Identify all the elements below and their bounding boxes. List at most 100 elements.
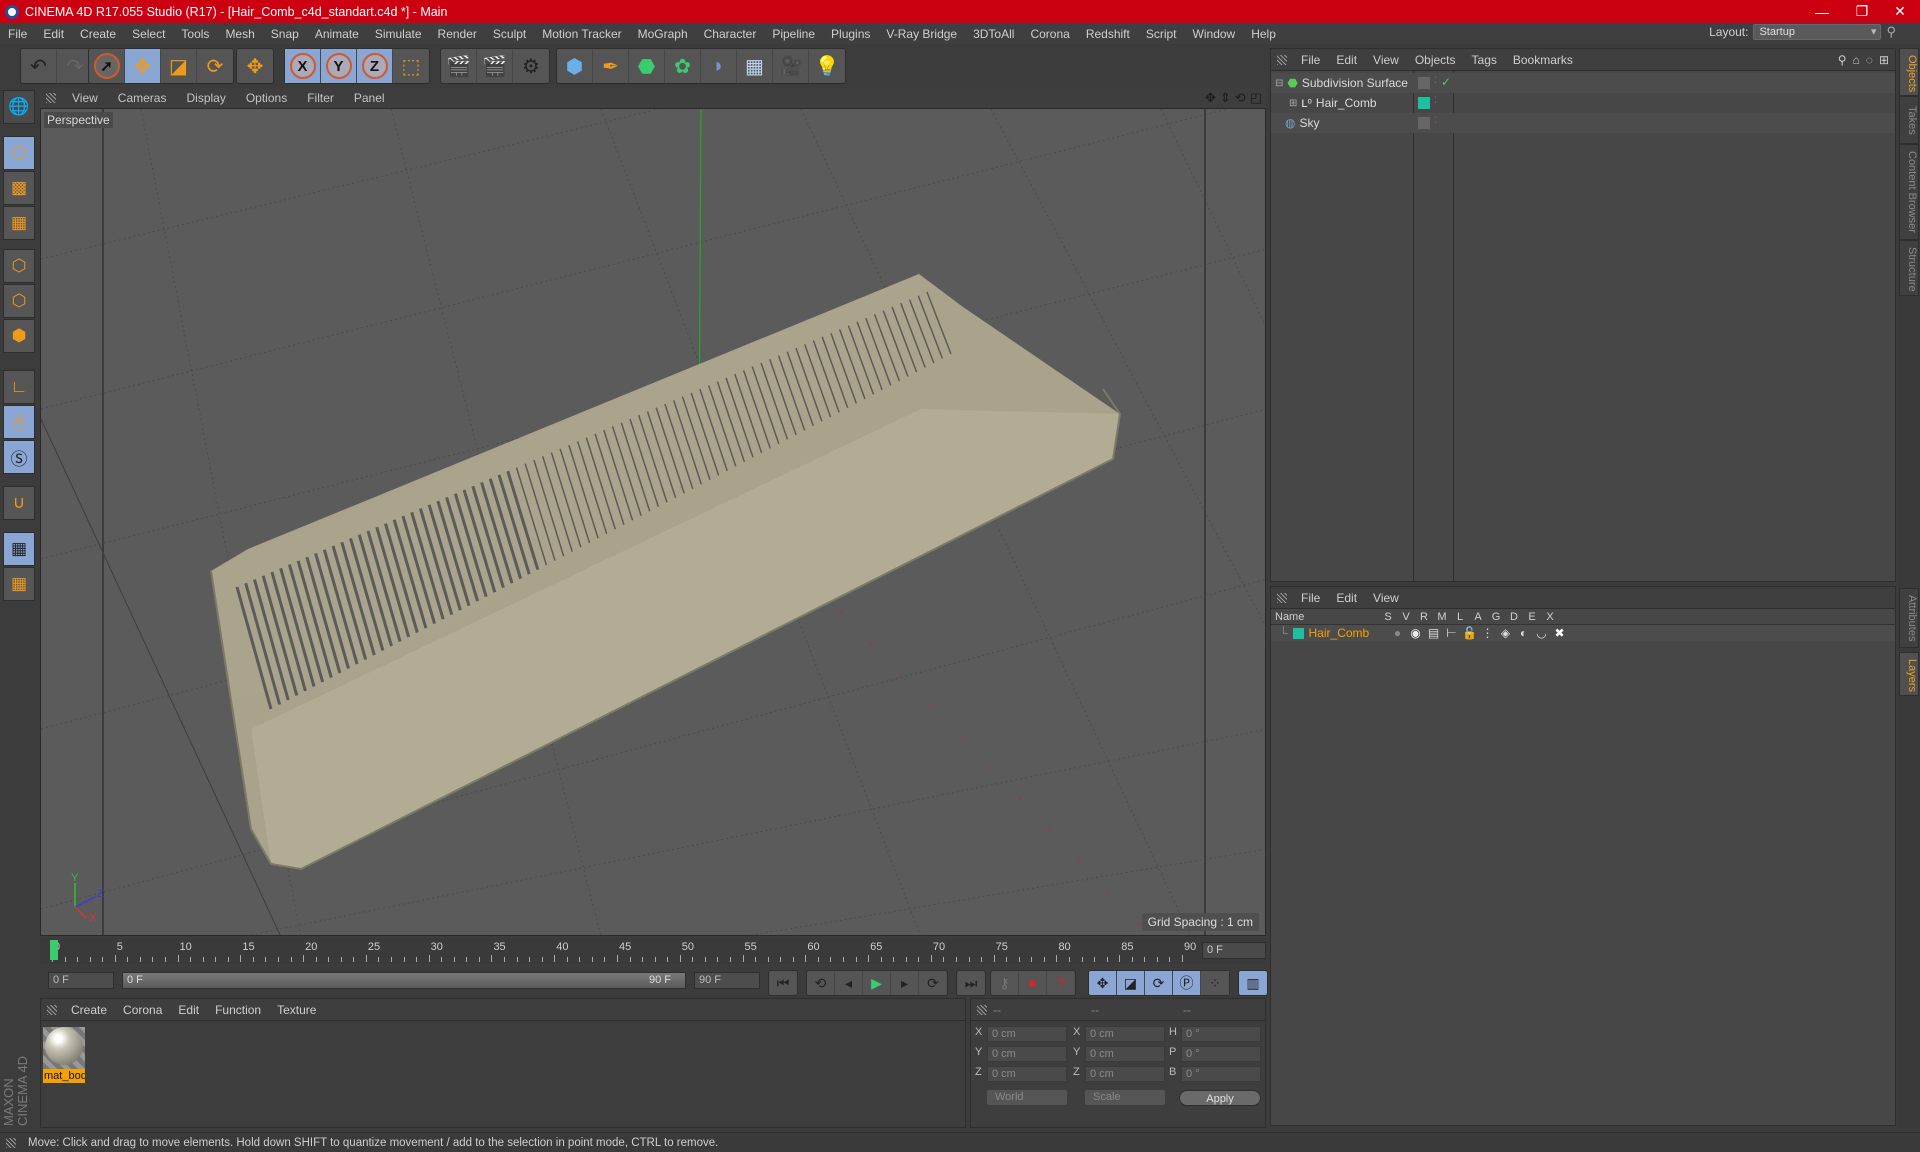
panel-grip-icon[interactable] <box>46 93 56 103</box>
menu-script[interactable]: Script <box>1138 27 1185 41</box>
lock-workplane-icon[interactable]: ▦ <box>3 532 35 566</box>
cloner-icon[interactable]: ✿ <box>665 49 701 83</box>
menu-motion-tracker[interactable]: Motion Tracker <box>534 27 629 41</box>
x-axis-lock-button[interactable]: X <box>285 49 321 83</box>
play-icon[interactable]: ▶ <box>863 971 891 995</box>
layer-menu-edit[interactable]: Edit <box>1328 591 1365 605</box>
model-mode-icon[interactable]: ⬡ <box>3 136 35 170</box>
playhead[interactable] <box>50 940 58 960</box>
viewport-menu-view[interactable]: View <box>62 91 108 105</box>
object-name[interactable]: Hair_Comb <box>1316 96 1377 110</box>
expand-icon[interactable]: ⊞ <box>1289 98 1297 109</box>
tab-takes[interactable]: Takes <box>1899 96 1919 144</box>
object-name[interactable]: Sky <box>1299 116 1319 130</box>
frame-ruler[interactable]: 051015202530354045505560657075808590 <box>48 938 1198 964</box>
edges-mode-icon[interactable]: ⬡ <box>3 284 35 318</box>
visibility-dots[interactable]: ⁚ <box>1434 95 1437 106</box>
render-tag-icon[interactable] <box>1418 117 1430 129</box>
eye-icon[interactable]: ◌ <box>1866 53 1873 67</box>
maximize-button[interactable]: ❐ <box>1842 0 1882 23</box>
go-to-end-icon[interactable]: ⏭ <box>957 971 985 995</box>
menu-create[interactable]: Create <box>72 27 124 41</box>
mat-menu-texture[interactable]: Texture <box>269 1003 324 1017</box>
transform-mode-dropdown[interactable]: Scale <box>1085 1090 1165 1105</box>
position-z-field[interactable]: 0 cm <box>987 1066 1067 1082</box>
workplane-cycle-icon[interactable]: ▦ <box>3 567 35 601</box>
obj-menu-edit[interactable]: Edit <box>1328 53 1365 67</box>
column-locked[interactable]: L <box>1451 611 1469 623</box>
enabled-check-icon[interactable]: ✓ <box>1441 75 1451 89</box>
panel-grip-icon[interactable] <box>1277 592 1287 603</box>
visible-eye-icon[interactable]: ◉ <box>1407 626 1425 640</box>
subdivision-icon[interactable]: ⬣ <box>629 49 665 83</box>
rotation-b-field[interactable]: 0 ° <box>1181 1066 1261 1082</box>
layer-color-swatch[interactable] <box>1418 97 1430 109</box>
cube-icon[interactable]: ⬢ <box>557 49 593 83</box>
search-icon[interactable]: ⚲ <box>1886 24 1896 40</box>
recent-tool-icon[interactable]: ✥ <box>237 49 273 83</box>
undo-icon[interactable]: ↶ <box>21 49 57 83</box>
apply-button[interactable]: Apply <box>1179 1090 1261 1106</box>
key-pla-icon[interactable]: ⁘ <box>1201 971 1229 995</box>
manager-icon[interactable]: ⊢ <box>1443 626 1461 640</box>
tab-layers[interactable]: Layers <box>1899 652 1919 696</box>
menu-redshift[interactable]: Redshift <box>1078 27 1138 41</box>
object-row[interactable]: ⊟ ⬣ Subdivision Surface ⁚ ✓ <box>1271 73 1895 93</box>
coordinate-system-icon[interactable]: ⬚ <box>393 49 429 83</box>
position-x-field[interactable]: 0 cm <box>987 1026 1067 1042</box>
rotate-icon[interactable]: ⟳ <box>197 49 233 83</box>
obj-menu-tags[interactable]: Tags <box>1464 53 1505 67</box>
range-slider[interactable]: 0 F 90 F <box>122 972 686 989</box>
render-picture-viewer-icon[interactable]: 🎬 <box>477 49 513 83</box>
current-frame-field[interactable]: 0 F <box>1202 942 1266 959</box>
menu-snap[interactable]: Snap <box>263 27 307 41</box>
move-icon[interactable]: ✥ <box>125 49 161 83</box>
maximize-view-icon[interactable]: ◰ <box>1250 90 1262 106</box>
menu-v-ray-bridge[interactable]: V-Ray Bridge <box>878 27 965 41</box>
mat-menu-edit[interactable]: Edit <box>170 1003 207 1017</box>
menu-tools[interactable]: Tools <box>173 27 217 41</box>
new-panel-icon[interactable]: ⊞ <box>1879 53 1889 67</box>
column-deformers[interactable]: D <box>1505 611 1523 623</box>
mat-menu-create[interactable]: Create <box>63 1003 115 1017</box>
floor-icon[interactable]: ▦ <box>737 49 773 83</box>
column-xref[interactable]: X <box>1541 611 1559 623</box>
go-to-start-icon[interactable]: ⏮ <box>769 971 797 995</box>
keyframe-help-icon[interactable]: ? <box>1047 971 1075 995</box>
size-z-field[interactable]: 0 cm <box>1085 1066 1165 1082</box>
column-render[interactable]: R <box>1415 611 1433 623</box>
size-y-field[interactable]: 0 cm <box>1085 1046 1165 1062</box>
obj-menu-objects[interactable]: Objects <box>1407 53 1464 67</box>
tab-content-browser[interactable]: Content Browser <box>1899 144 1919 240</box>
generator-icon[interactable]: ◈ <box>1497 626 1515 640</box>
collapse-icon[interactable]: ⊟ <box>1275 78 1283 89</box>
menu-3dtoall[interactable]: 3DToAll <box>965 27 1022 41</box>
menu-mograph[interactable]: MoGraph <box>630 27 696 41</box>
camera-label[interactable]: Perspective <box>44 112 113 128</box>
menu-plugins[interactable]: Plugins <box>823 27 878 41</box>
key-rotation-icon[interactable]: ⟳ <box>1145 971 1173 995</box>
workplane-icon[interactable]: ▦ <box>3 206 35 240</box>
solo-icon[interactable]: ● <box>1389 626 1407 640</box>
layout-dropdown[interactable]: Startup <box>1753 24 1882 40</box>
3d-viewport[interactable]: Perspective Grid Spacing : 1 cm Y Z X <box>40 108 1266 936</box>
zoom-view-icon[interactable]: ⇕ <box>1220 90 1231 106</box>
column-generators[interactable]: G <box>1487 611 1505 623</box>
menu-character[interactable]: Character <box>696 27 765 41</box>
timeline-ruler[interactable]: 051015202530354045505560657075808590 0 F <box>40 938 1266 964</box>
menu-pipeline[interactable]: Pipeline <box>764 27 823 41</box>
film-strip-icon[interactable]: ▥ <box>1239 971 1267 995</box>
deformer-icon[interactable]: ◗ <box>701 49 737 83</box>
menu-window[interactable]: Window <box>1185 27 1244 41</box>
start-frame-field[interactable]: 0 F <box>48 972 114 989</box>
viewport-menu-options[interactable]: Options <box>236 91 297 105</box>
next-frame-icon[interactable]: ▸ <box>891 971 919 995</box>
lock-icon[interactable]: 🔓 <box>1461 626 1479 640</box>
column-visible[interactable]: V <box>1397 611 1415 623</box>
deformer-icon[interactable]: ◐ <box>1515 626 1533 640</box>
column-expressions[interactable]: E <box>1523 611 1541 623</box>
render-tag-icon[interactable] <box>1418 77 1430 89</box>
panel-grip-icon[interactable] <box>47 1004 57 1015</box>
tab-structure[interactable]: Structure <box>1899 240 1919 296</box>
move-view-icon[interactable]: ✥ <box>1205 90 1216 106</box>
